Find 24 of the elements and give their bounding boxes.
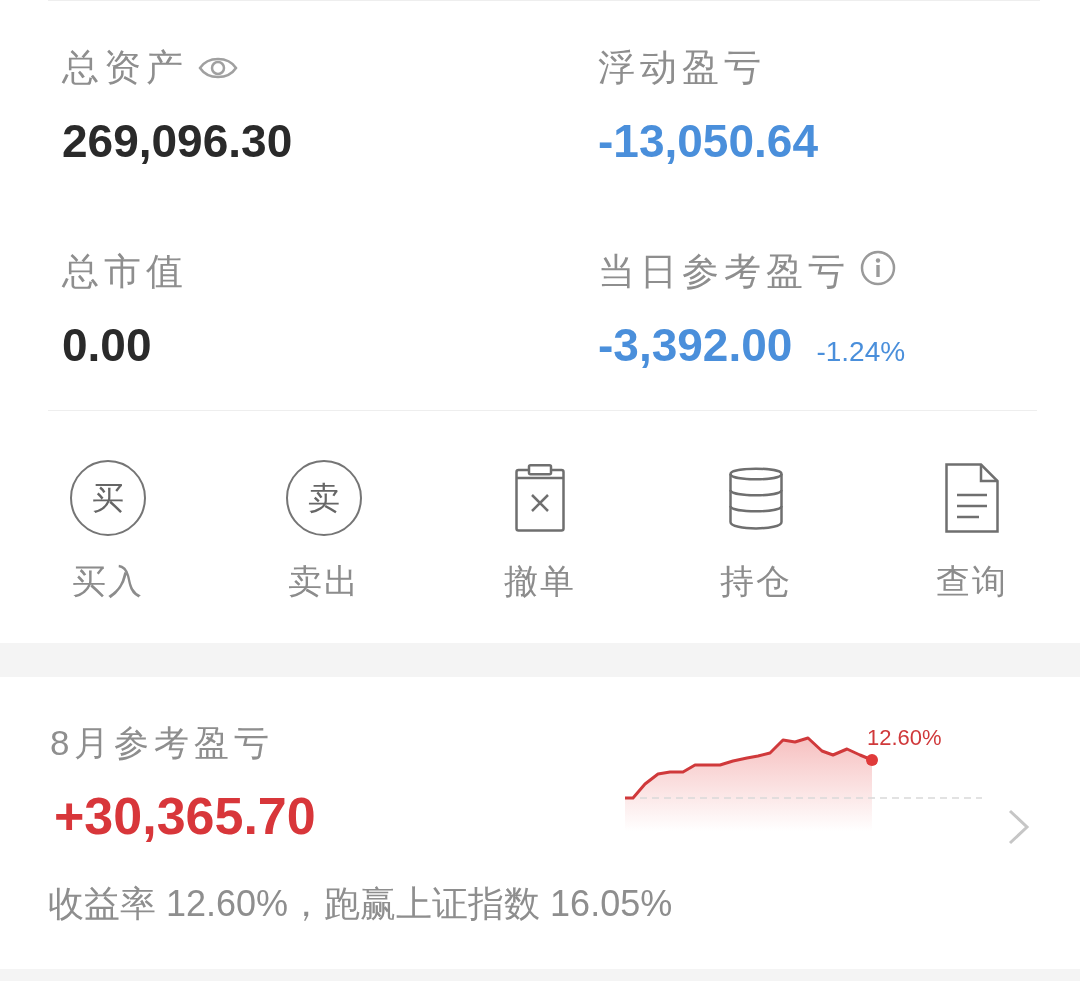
action-button[interactable]: 查询 (936, 458, 1008, 603)
stat-value: 269,096.30 (62, 114, 293, 169)
stat-label: 当日参考盈亏 (598, 250, 850, 294)
sparkline-end-label: 12.60% (867, 725, 942, 751)
circled-character-icon: 卖 (286, 460, 362, 536)
monthly-title: 8月参考盈亏 (50, 722, 275, 764)
stat-label: 浮动盈亏 (598, 46, 766, 90)
action-button[interactable]: 买 买入 (70, 458, 146, 603)
stat-value: 0.00 (62, 318, 152, 373)
circled-character-icon: 买 (70, 460, 146, 536)
return-summary: 收益率 12.60%，跑赢上证指数 16.05% (48, 882, 673, 926)
stat-label: 总市值 (62, 250, 188, 294)
action-button[interactable]: 卖 卖出 (286, 458, 362, 603)
chevron-right-icon[interactable] (1008, 809, 1030, 845)
change-percent: -1.24% (816, 335, 906, 369)
action-button[interactable]: 持仓 (720, 458, 792, 603)
action-button[interactable]: 撤单 (504, 458, 576, 603)
stat-label: 总资产 (62, 46, 188, 90)
monthly-profit-value: +30,365.70 (54, 786, 316, 847)
clipboard-cross-icon (515, 464, 565, 532)
document-icon (945, 463, 999, 533)
stat-value: -13,050.64 (598, 114, 818, 169)
info-icon[interactable] (860, 250, 896, 286)
stat-value: -3,392.00 (598, 318, 793, 373)
